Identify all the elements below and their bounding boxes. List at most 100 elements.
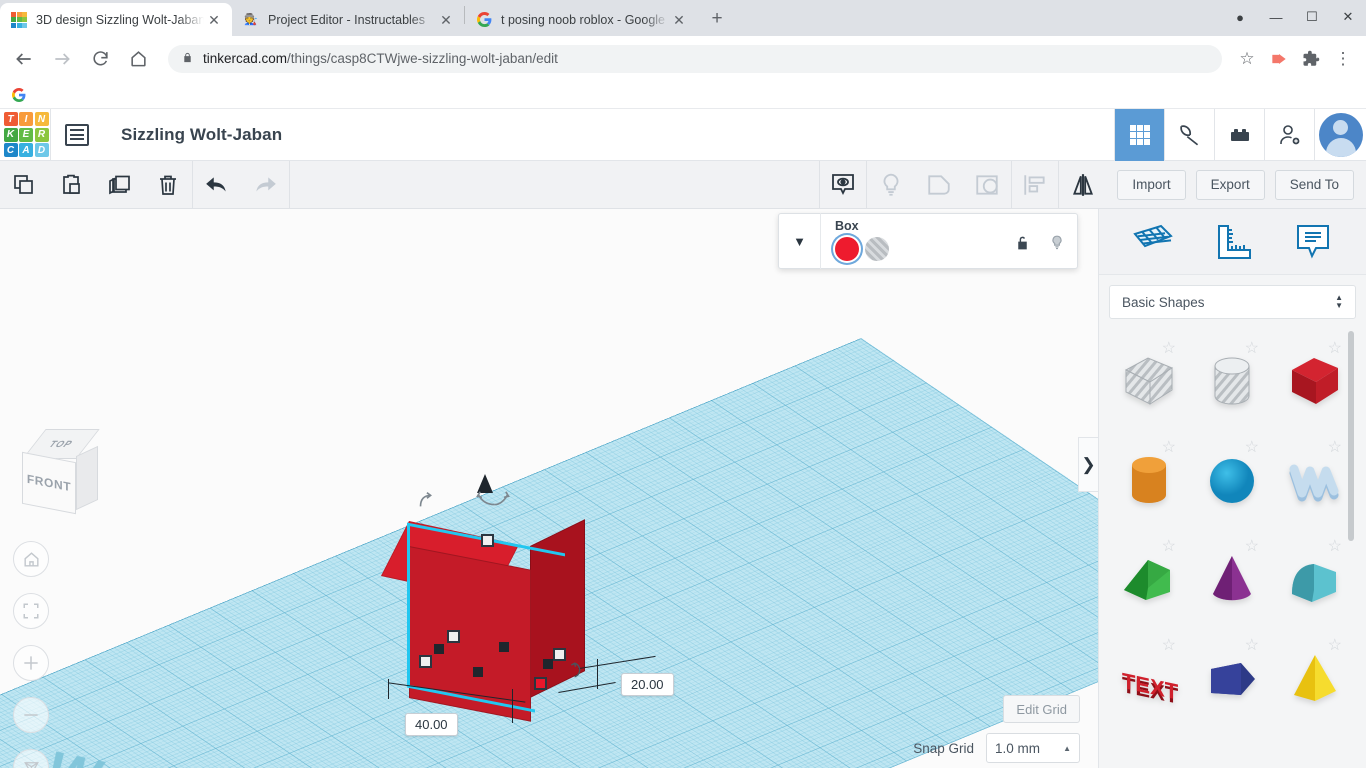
export-button[interactable]: Export [1195, 169, 1265, 200]
perspective-toggle-button[interactable] [13, 749, 49, 768]
user-avatar[interactable] [1314, 108, 1366, 161]
show-all-button[interactable] [819, 160, 868, 209]
redo-button[interactable] [241, 161, 289, 209]
view-cube[interactable]: TOP FRONT [16, 427, 108, 519]
resize-handle-back-corner[interactable] [447, 630, 460, 643]
resize-handle-top[interactable] [481, 534, 494, 547]
tinkercad-logo[interactable]: T I N K E R C A D [2, 111, 50, 159]
inspector-collapse-button[interactable]: ▼ [779, 213, 821, 269]
view-cube-right-face[interactable] [76, 445, 98, 511]
note-icon[interactable] [1292, 222, 1334, 262]
solid-color-swatch[interactable] [835, 237, 859, 261]
browser-tab-0[interactable]: 3D design Sizzling Wolt-Jaban | ✕ [0, 3, 232, 36]
ruler-icon[interactable] [1211, 222, 1255, 262]
snap-grid-select[interactable]: 1.0 mm ▲ [986, 733, 1080, 763]
forward-button[interactable] [46, 43, 78, 75]
shape-item-scribble[interactable]: ☆ [1273, 430, 1356, 529]
resize-handle-front-edge[interactable] [473, 667, 483, 677]
add-person-icon[interactable] [1264, 108, 1314, 161]
window-maximize-button[interactable]: ☐ [1294, 2, 1330, 32]
resize-handle-left-edge[interactable] [434, 644, 444, 654]
workplane-icon[interactable] [1131, 222, 1175, 262]
home-button[interactable] [122, 43, 154, 75]
ungroup-button[interactable] [963, 161, 1011, 209]
extension-red-icon[interactable] [1264, 44, 1294, 74]
shape-item-polygon[interactable]: ☆ [1190, 628, 1273, 727]
shape-item-cylinder[interactable]: ☆ [1107, 430, 1190, 529]
zoom-out-button[interactable] [13, 697, 49, 733]
fit-to-view-button[interactable] [13, 593, 49, 629]
window-close-button[interactable]: ✕ [1330, 2, 1366, 32]
resize-handle-back-edge[interactable] [499, 642, 509, 652]
edit-grid-button[interactable]: Edit Grid [1003, 695, 1080, 723]
shape-item-sphere[interactable]: ☆ [1190, 430, 1273, 529]
view-cube-front-face[interactable]: FRONT [22, 451, 76, 515]
tab-close-button[interactable]: ✕ [669, 10, 689, 30]
unlock-icon[interactable] [1014, 234, 1031, 257]
shape-item-box[interactable]: ☆ [1273, 331, 1356, 430]
tab-title: t posing noob roblox - Google Se [501, 12, 669, 27]
bookmark-item-google[interactable] [12, 87, 26, 102]
app-toolbar: Import Export Send To [0, 160, 1366, 209]
tab-close-button[interactable]: ✕ [204, 10, 224, 30]
duplicate-button[interactable] [96, 161, 144, 209]
mirror-button[interactable] [1059, 161, 1107, 209]
reload-button[interactable] [84, 43, 116, 75]
hole-swatch[interactable] [865, 237, 889, 261]
new-tab-button[interactable]: + [703, 5, 731, 33]
address-bar[interactable]: tinkercad.com/things/casp8CTWjwe-sizzlin… [168, 44, 1222, 73]
copy-button[interactable] [0, 161, 48, 209]
viewport-nav-buttons [13, 541, 49, 768]
bulb-icon[interactable] [1049, 233, 1065, 257]
send-to-button[interactable]: Send To [1274, 169, 1354, 200]
window-minimize-button[interactable]: — [1258, 2, 1294, 32]
gallery-grid-icon[interactable] [1114, 108, 1164, 161]
project-list-button[interactable] [51, 109, 103, 161]
zoom-in-button[interactable] [13, 645, 49, 681]
tab-close-button[interactable]: ✕ [436, 10, 456, 30]
box-3d-object[interactable] [380, 519, 589, 722]
browser-menu-button[interactable]: ⋮ [1328, 44, 1358, 74]
bookmark-star-icon[interactable]: ☆ [1232, 44, 1262, 74]
shape-item-cylinder-hole[interactable]: ☆ [1190, 331, 1273, 430]
group-button[interactable] [915, 161, 963, 209]
undo-button[interactable] [193, 161, 241, 209]
shape-library-grid[interactable]: ☆ ☆ ☆ ☆ ☆ ☆ ☆ ☆ ☆ ☆ TEXT TEXT ☆ ☆ [1107, 331, 1356, 768]
resize-handle-left-corner[interactable] [419, 655, 432, 668]
right-panel-scrollbar[interactable] [1348, 331, 1354, 541]
rotate-x-arrow-icon[interactable] [473, 489, 513, 516]
snap-grid-row: Snap Grid 1.0 mm ▲ [913, 733, 1080, 763]
resize-handle-front-corner-active[interactable] [534, 677, 547, 690]
delete-button[interactable] [144, 161, 192, 209]
align-button[interactable] [1011, 160, 1060, 209]
3d-viewport[interactable]: Workplane TOP FRONT [0, 209, 1098, 768]
rotate-y-arrow-icon[interactable] [568, 659, 588, 686]
browser-tab-1[interactable]: 🧑‍🏭 Project Editor - Instructables ✕ [232, 3, 464, 36]
shape-item-roof[interactable]: ☆ [1107, 529, 1190, 628]
browser-tab-2[interactable]: t posing noob roblox - Google Se ✕ [465, 3, 697, 36]
hole-solid-button[interactable] [867, 161, 915, 209]
resize-handle-right-corner[interactable] [553, 648, 566, 661]
shape-item-cone[interactable]: ☆ [1190, 529, 1273, 628]
paste-button[interactable] [48, 161, 96, 209]
resize-handle-right-edge[interactable] [543, 659, 553, 669]
blocks-brick-icon[interactable] [1214, 108, 1264, 161]
shape-item-round-roof[interactable]: ☆ [1273, 529, 1356, 628]
width-dimension-label[interactable]: 40.00 [405, 713, 458, 736]
shape-item-pyramid[interactable]: ☆ [1273, 628, 1356, 727]
shape-item-box-hole[interactable]: ☆ [1107, 331, 1190, 430]
depth-dimension-label[interactable]: 20.00 [621, 673, 674, 696]
window-extra-button[interactable]: ● [1222, 2, 1258, 32]
collapse-right-panel-button[interactable]: ❯ [1078, 437, 1098, 492]
rotate-z-arrow-icon[interactable] [415, 489, 437, 516]
codeblocks-pick-icon[interactable] [1164, 108, 1214, 161]
snap-grid-label: Snap Grid [913, 740, 974, 756]
shape-inspector-panel[interactable]: ▼ Box [778, 213, 1078, 269]
shape-category-select[interactable]: Basic Shapes ▲ ▼ [1109, 285, 1356, 319]
back-button[interactable] [8, 43, 40, 75]
import-button[interactable]: Import [1117, 169, 1186, 200]
shape-category-value: Basic Shapes [1122, 294, 1205, 310]
shape-item-text[interactable]: ☆ TEXT TEXT [1107, 628, 1190, 727]
home-view-button[interactable] [13, 541, 49, 577]
extensions-puzzle-icon[interactable] [1296, 44, 1326, 74]
